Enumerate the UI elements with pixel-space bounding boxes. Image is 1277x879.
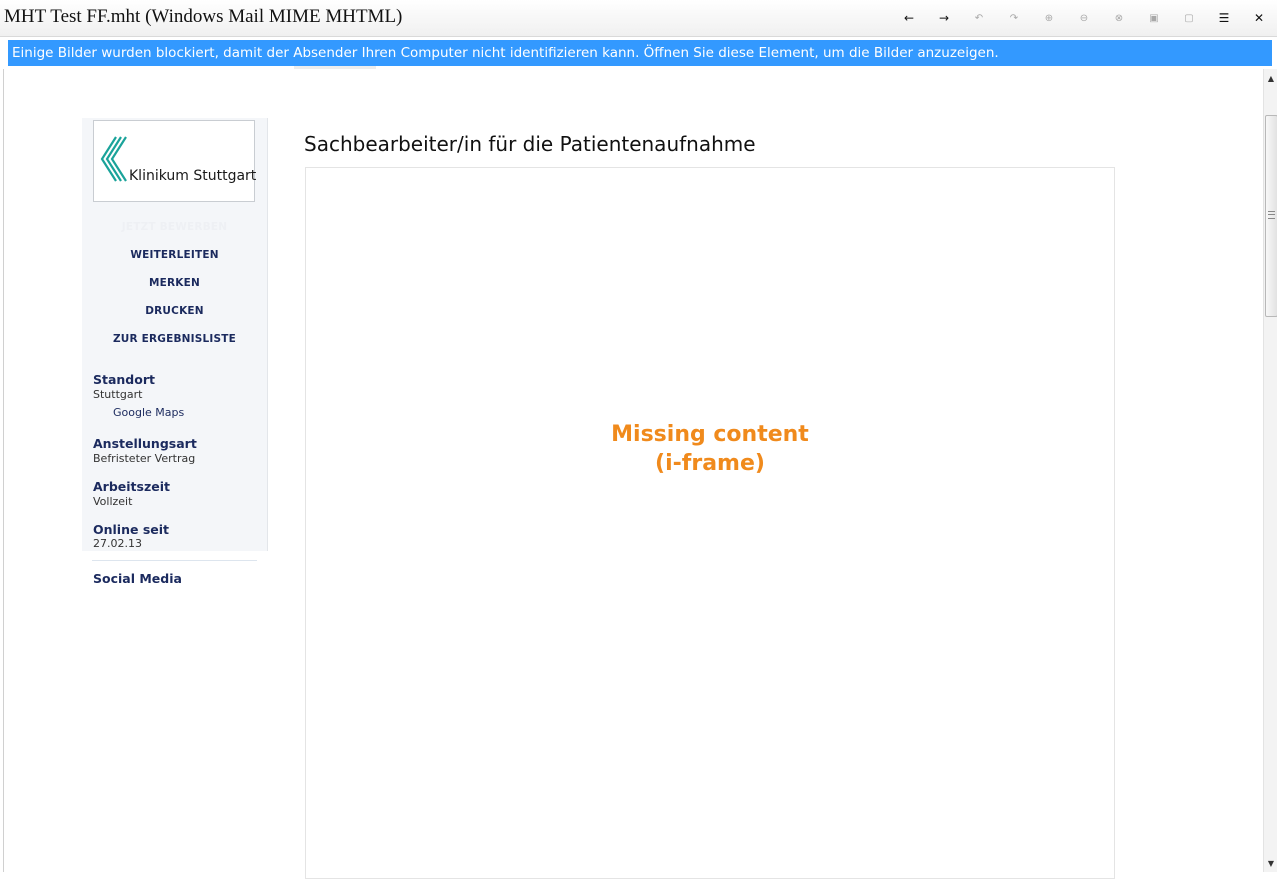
scroll-up-icon[interactable]: ▲ <box>1264 71 1277 85</box>
zoom-in-icon[interactable]: ⊕ <box>1040 9 1058 27</box>
zoom-reset-icon[interactable]: ⊗ <box>1110 9 1128 27</box>
vertical-scrollbar[interactable]: ▲ ▼ <box>1263 69 1277 872</box>
sidebar-divider <box>92 560 257 561</box>
back-arrow-icon[interactable]: ← <box>900 9 918 27</box>
window-title: MHT Test FF.mht (Windows Mail MIME MHTML… <box>4 6 403 27</box>
klinikum-logo[interactable]: Klinikum Stuttgart <box>93 120 257 202</box>
scroll-down-icon[interactable]: ▼ <box>1264 856 1277 870</box>
undo-icon[interactable]: ↶ <box>970 9 988 27</box>
iframe-placeholder: Missing content (i-frame) <box>305 167 1115 879</box>
fit-page-icon[interactable]: ▣ <box>1145 9 1163 27</box>
scrollbar-grip-icon <box>1268 211 1275 219</box>
missing-content-text: Missing content <box>611 422 809 447</box>
social-media-label: Social Media <box>93 571 182 586</box>
results-list-link[interactable]: ZUR ERGEBNISLISTE <box>82 333 267 345</box>
klinikum-logo-mark-icon <box>100 136 127 182</box>
apply-now-link[interactable]: JETZT BEWERBEN <box>82 221 267 233</box>
missing-iframe-text: (i-frame) <box>655 451 765 476</box>
forward-arrow-icon[interactable]: → <box>935 9 953 27</box>
logo-text: Klinikum Stuttgart <box>129 168 257 184</box>
menu-icon[interactable]: ☰ <box>1215 9 1233 27</box>
title-bar: MHT Test FF.mht (Windows Mail MIME MHTML… <box>0 0 1277 37</box>
redo-icon[interactable]: ↷ <box>1005 9 1023 27</box>
location-label: Standort <box>93 372 155 387</box>
blocked-images-infobar[interactable]: Einige Bilder wurden blockiert, damit de… <box>8 40 1272 66</box>
scrollbar-thumb[interactable] <box>1265 115 1277 317</box>
print-link[interactable]: DRUCKEN <box>82 305 267 317</box>
worktime-value: Vollzeit <box>93 495 133 508</box>
google-maps-link[interactable]: Google Maps <box>113 406 184 419</box>
forward-link[interactable]: WEITERLEITEN <box>82 249 267 261</box>
close-icon[interactable]: ✕ <box>1250 9 1268 27</box>
online-since-label: Online seit <box>93 522 170 537</box>
job-title: Sachbearbeiter/in für die Patientenaufna… <box>304 132 756 156</box>
location-value: Stuttgart <box>93 388 143 401</box>
online-since-value: 27.02.13 <box>93 537 142 550</box>
employment-label: Anstellungsart <box>93 436 197 451</box>
remember-link[interactable]: MERKEN <box>82 277 267 289</box>
worktime-label: Arbeitszeit <box>93 479 170 494</box>
zoom-out-icon[interactable]: ⊖ <box>1075 9 1093 27</box>
fullscreen-icon[interactable]: ▢ <box>1180 9 1198 27</box>
employment-value: Befristeter Vertrag <box>93 452 196 465</box>
